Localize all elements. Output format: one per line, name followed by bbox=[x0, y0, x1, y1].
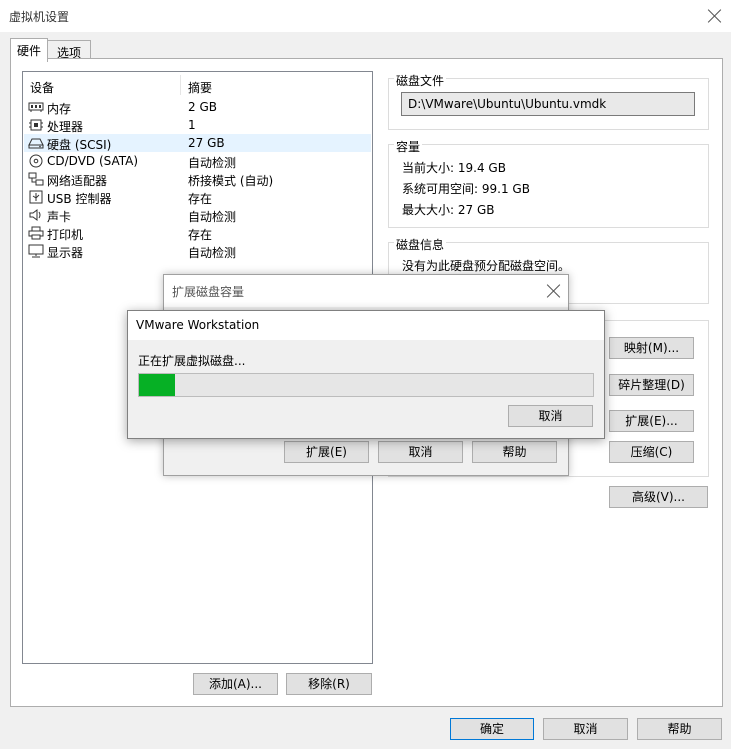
device-summary: 自动检测 bbox=[188, 246, 237, 260]
expand-cancel-button[interactable]: 取消 bbox=[378, 441, 463, 463]
capacity-title: 容量 bbox=[394, 138, 423, 155]
close-icon[interactable] bbox=[547, 284, 561, 298]
progress-cancel-button[interactable]: 取消 bbox=[508, 405, 593, 427]
expand-dialog-title-bar: 扩展磁盘容量 bbox=[164, 275, 568, 307]
progress-dialog-title: VMware Workstation bbox=[136, 318, 260, 332]
column-summary[interactable]: 摘要 bbox=[188, 79, 212, 96]
device-name: 硬盘 (SCSI) bbox=[47, 138, 112, 152]
remove-device-button[interactable]: 移除(R) bbox=[286, 673, 372, 695]
progress-bar bbox=[138, 373, 594, 397]
disk-file-path-field[interactable]: D:\VMware\Ubuntu\Ubuntu.vmdk bbox=[401, 92, 695, 116]
device-summary: 1 bbox=[188, 118, 196, 132]
device-row-hard-disk[interactable]: 硬盘 (SCSI) 27 GB bbox=[24, 134, 371, 152]
device-name: 显示器 bbox=[47, 246, 84, 260]
usb-icon bbox=[29, 190, 43, 204]
map-disk-button[interactable]: 映射(M)... bbox=[609, 337, 694, 359]
display-icon bbox=[28, 244, 44, 258]
expand-help-button[interactable]: 帮助 bbox=[472, 441, 557, 463]
network-adapter-icon bbox=[28, 172, 44, 186]
window-title-bar: 虚拟机设置 bbox=[0, 0, 731, 32]
device-row-memory[interactable]: 内存 2 GB bbox=[24, 98, 371, 116]
device-summary: 自动检测 bbox=[188, 210, 237, 224]
sound-icon bbox=[29, 209, 41, 221]
tab-hardware-label: 硬件 bbox=[17, 44, 42, 58]
compact-disk-button[interactable]: 压缩(C) bbox=[609, 441, 694, 463]
device-row-cd-dvd[interactable]: CD/DVD (SATA) 自动检测 bbox=[24, 152, 371, 170]
window-title: 虚拟机设置 bbox=[9, 10, 70, 24]
close-icon[interactable] bbox=[708, 9, 722, 23]
device-row-printer[interactable]: 打印机 存在 bbox=[24, 224, 371, 242]
column-separator bbox=[180, 75, 181, 95]
expand-disk-button[interactable]: 扩展(E)... bbox=[609, 410, 694, 432]
free-space-text: 系统可用空间: 99.1 GB bbox=[402, 182, 530, 196]
printer-icon bbox=[28, 226, 44, 240]
device-row-usb-controller[interactable]: USB 控制器 存在 bbox=[24, 188, 371, 206]
progress-message: 正在扩展虚拟磁盘... bbox=[138, 354, 246, 368]
device-name: 打印机 bbox=[47, 228, 84, 242]
device-name: 内存 bbox=[47, 102, 72, 116]
progress-bar-fill bbox=[139, 374, 176, 396]
device-name: 网络适配器 bbox=[47, 174, 108, 188]
device-summary: 自动检测 bbox=[188, 156, 237, 170]
max-size-text: 最大大小: 27 GB bbox=[402, 203, 495, 217]
disk-info-title: 磁盘信息 bbox=[394, 236, 447, 253]
device-summary: 2 GB bbox=[188, 100, 217, 114]
disk-file-title: 磁盘文件 bbox=[394, 72, 447, 89]
device-name: 声卡 bbox=[47, 210, 72, 224]
device-list-header: 设备 摘要 bbox=[23, 72, 372, 97]
tab-hardware[interactable]: 硬件 bbox=[10, 38, 48, 62]
device-row-network-adapter[interactable]: 网络适配器 桥接模式 (自动) bbox=[24, 170, 371, 188]
help-button[interactable]: 帮助 bbox=[637, 718, 722, 740]
progress-dialog-title-bar: VMware Workstation bbox=[128, 311, 604, 340]
expand-confirm-button[interactable]: 扩展(E) bbox=[284, 441, 369, 463]
device-summary: 桥接模式 (自动) bbox=[188, 174, 274, 188]
vmware-progress-dialog: VMware Workstation 正在扩展虚拟磁盘... 取消 bbox=[127, 310, 605, 439]
device-summary: 存在 bbox=[188, 228, 213, 242]
current-size-text: 当前大小: 19.4 GB bbox=[402, 161, 506, 175]
device-name: CD/DVD (SATA) bbox=[47, 154, 139, 168]
device-name: USB 控制器 bbox=[47, 192, 112, 206]
device-name: 处理器 bbox=[47, 120, 84, 134]
hard-disk-icon bbox=[28, 138, 44, 149]
ok-button[interactable]: 确定 bbox=[450, 718, 534, 740]
column-device[interactable]: 设备 bbox=[30, 79, 54, 96]
cancel-button[interactable]: 取消 bbox=[543, 718, 628, 740]
processor-icon bbox=[29, 119, 43, 131]
advanced-button[interactable]: 高级(V)... bbox=[609, 486, 708, 508]
device-row-display[interactable]: 显示器 自动检测 bbox=[24, 242, 371, 260]
device-summary: 存在 bbox=[188, 192, 213, 206]
device-row-processor[interactable]: 处理器 1 bbox=[24, 116, 371, 134]
disk-info-text: 没有为此硬盘预分配磁盘空间。 bbox=[402, 259, 571, 273]
add-device-button[interactable]: 添加(A)... bbox=[193, 673, 278, 695]
cd-dvd-icon bbox=[29, 154, 43, 168]
device-row-sound-card[interactable]: 声卡 自动检测 bbox=[24, 206, 371, 224]
memory-icon bbox=[28, 102, 44, 112]
device-summary: 27 GB bbox=[188, 136, 225, 150]
defragment-button[interactable]: 碎片整理(D) bbox=[609, 374, 694, 396]
expand-dialog-title: 扩展磁盘容量 bbox=[172, 285, 245, 299]
